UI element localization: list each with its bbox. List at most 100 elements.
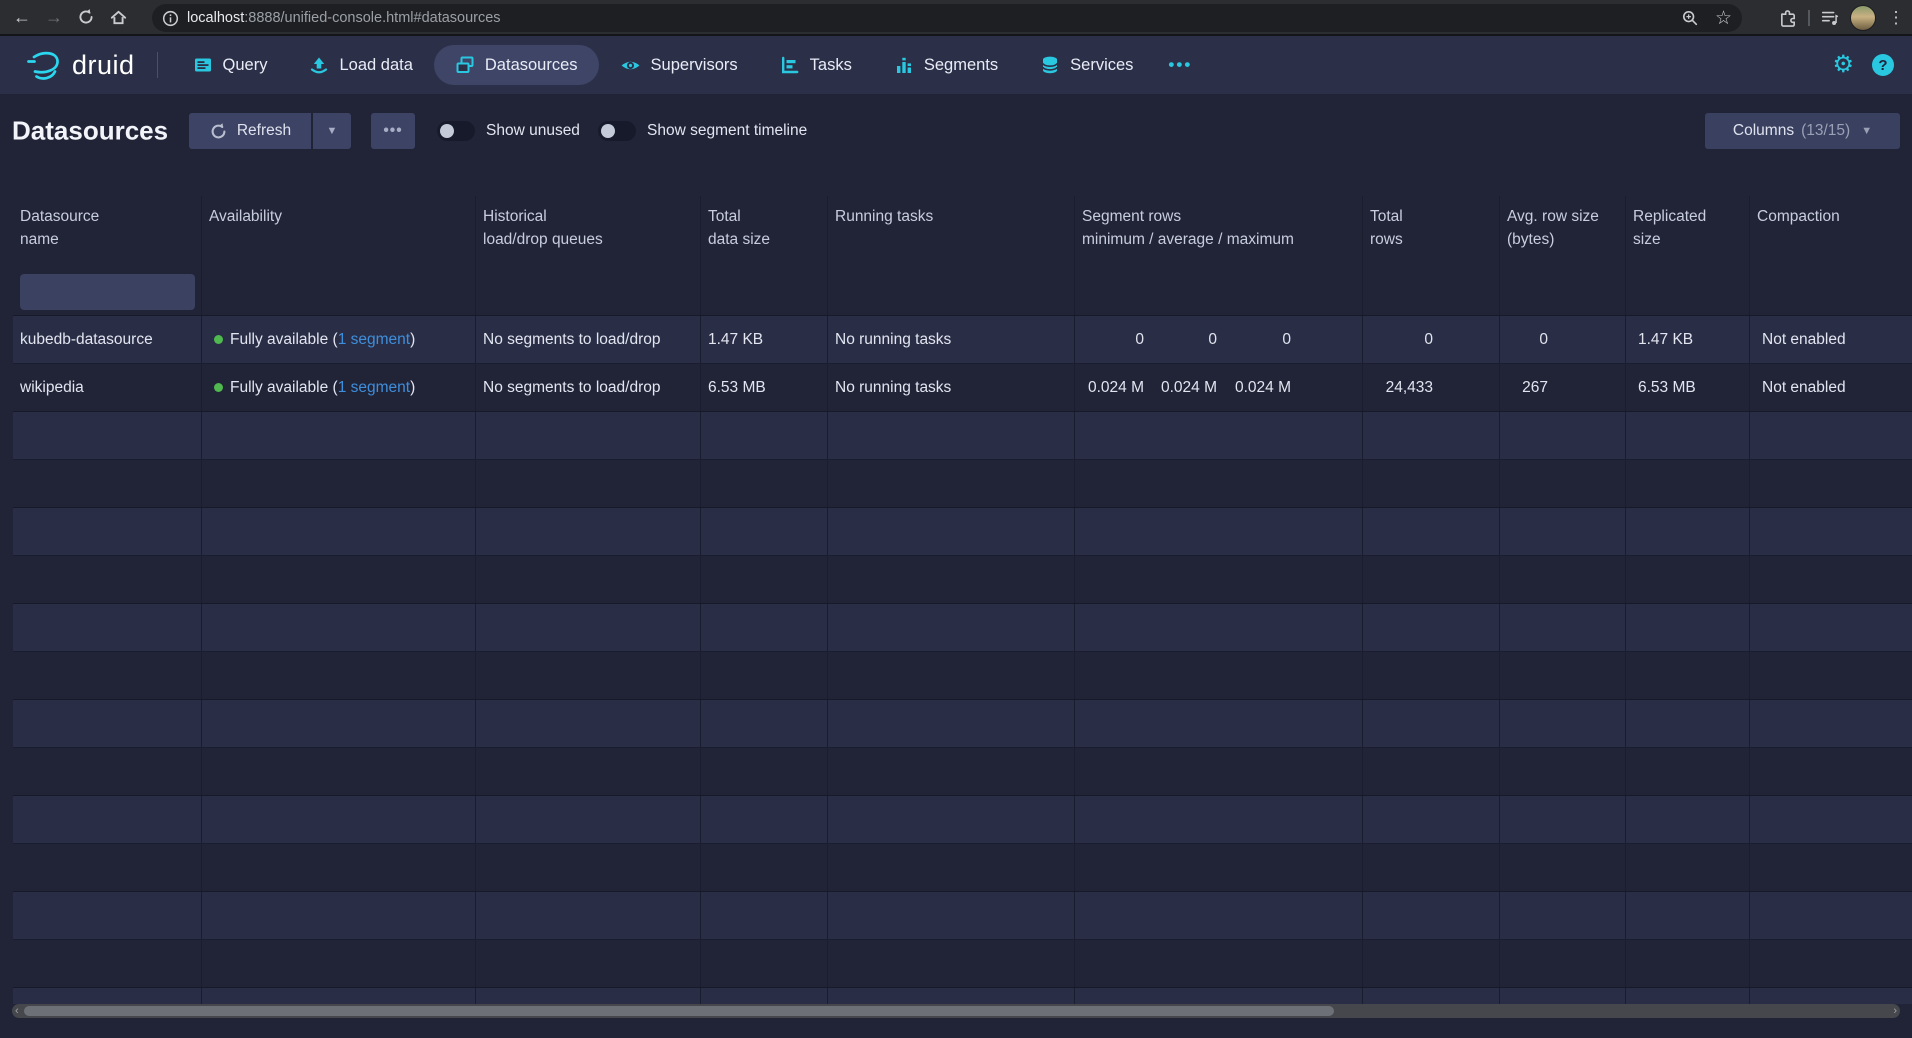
settings-gear-icon[interactable]: ⚙: [1832, 53, 1854, 77]
column-header-historical[interactable]: Historicalload/drop queues: [476, 196, 701, 268]
druid-navbar: druid QueryLoad dataDatasourcesSuperviso…: [0, 36, 1912, 94]
empty-cell: [1500, 604, 1626, 651]
bookmark-star-icon[interactable]: ☆: [1715, 9, 1732, 28]
nav-tab-services[interactable]: Services: [1019, 45, 1154, 85]
empty-cell: [476, 796, 701, 843]
empty-cell: [202, 940, 476, 987]
browser-home-icon[interactable]: [102, 2, 134, 32]
nav-tab-query[interactable]: Query: [172, 45, 289, 85]
empty-cell: [701, 604, 828, 651]
nav-tab-supervisors[interactable]: Supervisors: [599, 45, 759, 85]
media-playlist-icon[interactable]: [1820, 8, 1840, 28]
empty-cell: [1500, 892, 1626, 939]
horizontal-scrollbar[interactable]: ‹ ›: [12, 1004, 1900, 1018]
extensions-icon[interactable]: [1779, 9, 1798, 28]
cell-running-tasks: No running tasks: [828, 316, 1075, 363]
nav-tab-datasources[interactable]: Datasources: [434, 45, 599, 85]
empty-cell: [1626, 892, 1750, 939]
empty-cell: [1363, 508, 1500, 555]
column-header-replicated[interactable]: Replicatedsize: [1626, 196, 1750, 268]
empty-cell: [1363, 700, 1500, 747]
empty-cell: [1075, 652, 1363, 699]
nav-tab-segments[interactable]: Segments: [873, 45, 1019, 85]
nav-tab-label: Segments: [924, 56, 998, 75]
empty-cell: [828, 460, 1075, 507]
browser-back-icon[interactable]: ←: [6, 2, 38, 32]
empty-cell: [202, 508, 476, 555]
druid-brand[interactable]: druid: [24, 45, 135, 85]
column-header-total[interactable]: Totaldata size: [701, 196, 828, 268]
empty-cell: [202, 700, 476, 747]
header-line1: Availability: [209, 205, 475, 228]
column-header-availability[interactable]: Availability: [202, 196, 476, 268]
druid-console-screen: ← → localhost:8888/unified-console.html#…: [0, 0, 1912, 1038]
empty-cell: [1363, 652, 1500, 699]
empty-cell: [1626, 700, 1750, 747]
columns-count: (13/15): [1801, 122, 1850, 140]
datasource-name-filter-input[interactable]: [20, 274, 195, 310]
empty-cell: [202, 556, 476, 603]
more-actions-button[interactable]: •••: [371, 113, 415, 149]
cell-avg-row-size: 0: [1500, 316, 1626, 363]
refresh-interval-caret-button[interactable]: ▼: [313, 113, 351, 149]
header-line1: Total: [708, 205, 827, 228]
nav-tab-load-data[interactable]: Load data: [288, 45, 433, 85]
segment-rows-value: 0: [1082, 331, 1144, 349]
column-header-segment-rows[interactable]: Segment rowsminimum / average / maximum: [1075, 196, 1363, 268]
nav-more-button[interactable]: •••: [1154, 55, 1206, 75]
empty-cell: [828, 556, 1075, 603]
empty-cell: [13, 604, 202, 651]
nav-tab-tasks[interactable]: Tasks: [759, 45, 873, 85]
show-segment-timeline-toggle[interactable]: [598, 121, 636, 141]
page-header: Datasources Refresh ▼ ••• Show unused Sh…: [0, 94, 1912, 168]
column-header-avg-row-size[interactable]: Avg. row size(bytes): [1500, 196, 1626, 268]
scroll-left-arrow[interactable]: ‹: [15, 1004, 19, 1018]
services-icon: [1040, 55, 1060, 75]
scroll-right-arrow[interactable]: ›: [1893, 1004, 1897, 1018]
help-icon[interactable]: ?: [1872, 54, 1894, 76]
empty-cell: [828, 988, 1075, 1004]
segment-count-link[interactable]: 1 segment: [338, 379, 410, 397]
refresh-button[interactable]: Refresh: [189, 113, 311, 149]
show-unused-toggle[interactable]: [437, 121, 475, 141]
total-data-size: 6.53 MB: [708, 379, 766, 397]
empty-cell: [1626, 988, 1750, 1004]
empty-cell: [1500, 508, 1626, 555]
site-info-icon[interactable]: [162, 10, 179, 27]
empty-cell: [1750, 556, 1912, 603]
empty-cell: [1626, 748, 1750, 795]
zoom-icon[interactable]: [1681, 9, 1699, 27]
total-rows: 0: [1370, 331, 1433, 349]
column-header-running-tasks[interactable]: Running tasks: [828, 196, 1075, 268]
empty-cell: [701, 940, 828, 987]
column-header-datasource[interactable]: Datasourcename: [13, 196, 202, 268]
cell-datasource-name: kubedb-datasource: [13, 316, 202, 363]
scrollbar-thumb[interactable]: [24, 1006, 1334, 1016]
datasource-row[interactable]: wikipediaFully available (1 segment)No s…: [13, 364, 1912, 412]
empty-cell: [1750, 748, 1912, 795]
empty-cell: [1500, 988, 1626, 1004]
profile-avatar[interactable]: [1850, 5, 1876, 31]
columns-dropdown-button[interactable]: Columns (13/15) ▼: [1705, 113, 1900, 149]
browser-reload-icon[interactable]: [70, 2, 102, 32]
address-bar[interactable]: localhost:8888/unified-console.html#data…: [152, 4, 1742, 32]
empty-cell: [1626, 940, 1750, 987]
header-line2: load/drop queues: [483, 228, 700, 251]
empty-cell: [476, 460, 701, 507]
total-rows: 24,433: [1370, 379, 1433, 397]
empty-cell: [13, 460, 202, 507]
toolbar-divider: [1808, 10, 1810, 26]
empty-cell: [1075, 844, 1363, 891]
column-header-compaction[interactable]: Compaction: [1750, 196, 1912, 268]
filter-cell: [202, 268, 476, 315]
segment-count-link[interactable]: 1 segment: [338, 331, 410, 349]
datasource-row[interactable]: kubedb-datasourceFully available (1 segm…: [13, 316, 1912, 364]
empty-cell: [202, 604, 476, 651]
empty-cell: [1075, 892, 1363, 939]
brand-name: druid: [72, 50, 135, 81]
browser-menu-icon[interactable]: ⋮: [1886, 3, 1906, 33]
url-text[interactable]: localhost:8888/unified-console.html#data…: [187, 10, 501, 26]
cell-replicated-size: 1.47 KB: [1626, 316, 1750, 363]
browser-forward-icon[interactable]: →: [38, 2, 70, 32]
column-header-total[interactable]: Totalrows: [1363, 196, 1500, 268]
